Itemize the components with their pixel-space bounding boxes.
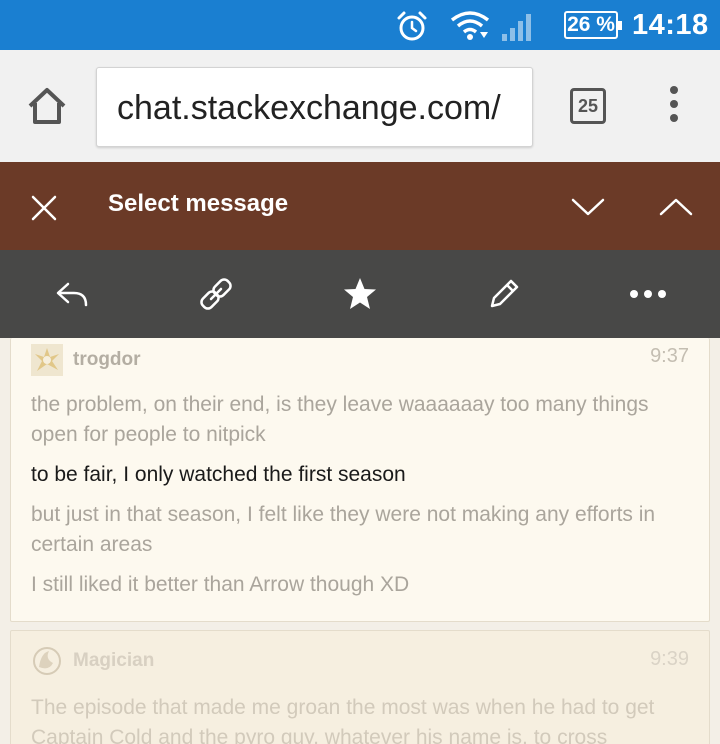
message-text: I still liked it better than Arrow thoug… [31, 573, 410, 596]
overflow-menu-icon[interactable] [662, 86, 686, 128]
tab-switcher-button[interactable]: 25 [570, 88, 606, 124]
message-text: The episode that made me groan the most … [31, 696, 655, 744]
address-bar[interactable]: chat.stackexchange.com/ [96, 67, 533, 147]
selection-title: Select message [108, 190, 289, 217]
battery-indicator: 26 % [564, 11, 622, 39]
selection-header: Select message [0, 162, 720, 250]
home-icon[interactable] [26, 86, 68, 126]
chevron-down-icon[interactable] [570, 192, 606, 220]
status-bar: 26 % 14:18 [0, 0, 720, 50]
message-timestamp: 9:39 [650, 648, 689, 670]
edit-pencil-icon[interactable] [486, 276, 522, 312]
browser-toolbar: chat.stackexchange.com/ 25 [0, 50, 720, 162]
avatar [31, 344, 63, 376]
url-text: chat.stackexchange.com/ [117, 89, 501, 127]
message-text: the problem, on their end, is they leave… [31, 393, 649, 446]
message-username[interactable]: trogdor [73, 348, 141, 372]
message-text: but just in that season, I felt like the… [31, 503, 656, 556]
message-timestamp: 9:37 [650, 345, 689, 367]
close-icon[interactable] [30, 194, 58, 222]
chevron-up-icon[interactable] [658, 192, 694, 220]
wifi-icon [450, 11, 490, 40]
cell-signal-icon [502, 14, 531, 41]
star-icon[interactable] [342, 276, 378, 312]
reply-icon[interactable] [54, 276, 90, 312]
permalink-icon[interactable] [198, 276, 234, 312]
alarm-clock-icon [397, 11, 427, 41]
message-username[interactable]: Magician [73, 649, 154, 673]
message-card[interactable]: Magician 9:39 The episode that made me g… [10, 630, 710, 744]
more-options-icon[interactable] [628, 276, 668, 312]
avatar [31, 645, 63, 677]
message-text-selected[interactable]: to be fair, I only watched the first sea… [31, 460, 701, 490]
message-action-toolbar [0, 250, 720, 338]
clock-time: 14:18 [632, 9, 709, 41]
message-card-selected[interactable]: trogdor 9:37 the problem, on their end, … [10, 338, 710, 622]
